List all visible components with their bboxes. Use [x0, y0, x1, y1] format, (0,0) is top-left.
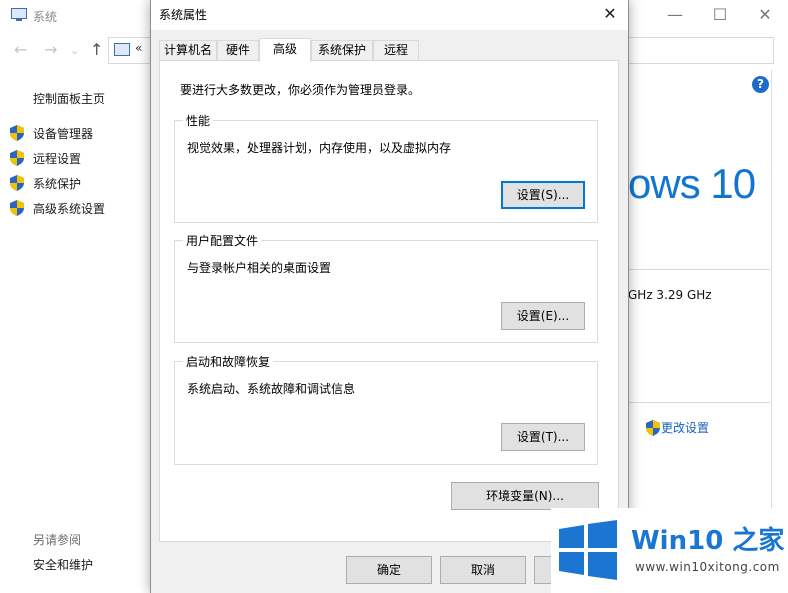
watermark: Win10 之家 www.win10xitong.com — [551, 508, 788, 593]
divider — [628, 402, 770, 403]
group-title: 启动和故障恢复 — [183, 353, 274, 370]
system-window-title: 系统 — [33, 10, 58, 24]
tab-computer-name[interactable]: 计算机名 — [159, 40, 217, 60]
control-panel-home-link[interactable]: 控制面板主页 — [33, 90, 105, 107]
up-arrow-icon[interactable]: ↑ — [90, 40, 103, 59]
performance-settings-button[interactable]: 设置(S)... — [501, 181, 585, 209]
tab-hardware[interactable]: 硬件 — [217, 40, 259, 60]
shield-icon — [10, 175, 24, 191]
chevron-down-icon[interactable]: ⌄ — [70, 44, 79, 57]
sidebar-item-label: 设备管理器 — [33, 127, 94, 141]
dialog-title: 系统属性 — [159, 8, 208, 22]
tab-remote[interactable]: 远程 — [373, 40, 419, 60]
windows-10-logo-text: ows 10 — [628, 160, 756, 207]
minimize-button[interactable]: — — [652, 0, 698, 32]
startup-recovery-group: 启动和故障恢复 系统启动、系统故障和调试信息 设置(T)... — [174, 353, 598, 465]
sidebar-item-label: 远程设置 — [33, 152, 82, 166]
forward-arrow-icon[interactable]: → — [44, 40, 57, 59]
group-description: 系统启动、系统故障和调试信息 — [187, 382, 356, 396]
startup-settings-button[interactable]: 设置(T)... — [501, 423, 585, 451]
shield-icon — [646, 420, 660, 436]
control-panel-icon — [114, 43, 130, 56]
maximize-button[interactable]: ☐ — [697, 0, 743, 32]
dialog-close-button[interactable]: ✕ — [598, 3, 622, 25]
computer-icon — [11, 8, 27, 21]
change-settings-label: 更改设置 — [661, 421, 710, 435]
system-properties-dialog: 系统属性 ✕ 计算机名 硬件 高级 系统保护 远程 要进行大多数更改，你必须作为… — [150, 0, 629, 593]
user-profiles-group: 用户配置文件 与登录帐户相关的桌面设置 设置(E)... — [174, 232, 598, 343]
windows-logo-icon — [559, 520, 617, 580]
sidebar-item-label: 高级系统设置 — [33, 202, 106, 216]
dialog-titlebar[interactable]: 系统属性 ✕ — [151, 0, 628, 30]
group-description: 与登录帐户相关的桌面设置 — [187, 261, 332, 275]
shield-icon — [10, 200, 24, 216]
group-title: 用户配置文件 — [183, 232, 262, 249]
environment-variables-button[interactable]: 环境变量(N)... — [451, 482, 599, 510]
divider — [628, 269, 770, 270]
ok-button[interactable]: 确定 — [346, 556, 432, 584]
cancel-button[interactable]: 取消 — [440, 556, 526, 584]
address-breadcrumb[interactable]: « — [135, 41, 142, 55]
user-profiles-settings-button[interactable]: 设置(E)... — [501, 302, 585, 330]
group-description: 视觉效果，处理器计划，内存使用，以及虚拟内存 — [187, 141, 452, 155]
sidebar-item-label: 系统保护 — [33, 177, 82, 191]
watermark-name: Win10 之家 — [631, 526, 785, 556]
shield-icon — [10, 150, 24, 166]
processor-speed: GHz 3.29 GHz — [628, 288, 712, 302]
group-title: 性能 — [183, 112, 214, 129]
performance-group: 性能 视觉效果，处理器计划，内存使用，以及虚拟内存 设置(S)... — [174, 112, 598, 223]
security-maintenance-link[interactable]: 安全和维护 — [33, 556, 93, 573]
back-arrow-icon[interactable]: ← — [14, 40, 27, 59]
tab-advanced[interactable]: 高级 — [259, 38, 311, 62]
advanced-tab-panel: 要进行大多数更改，你必须作为管理员登录。 性能 视觉效果，处理器计划，内存使用，… — [159, 60, 619, 542]
tab-system-protection[interactable]: 系统保护 — [311, 40, 373, 60]
close-button[interactable]: ✕ — [742, 0, 788, 32]
shield-icon — [10, 125, 24, 141]
admin-note: 要进行大多数更改，你必须作为管理员登录。 — [180, 83, 421, 97]
watermark-url: www.win10xitong.com — [635, 560, 780, 574]
see-also-heading: 另请参阅 — [33, 533, 82, 547]
help-icon[interactable]: ? — [752, 76, 769, 93]
